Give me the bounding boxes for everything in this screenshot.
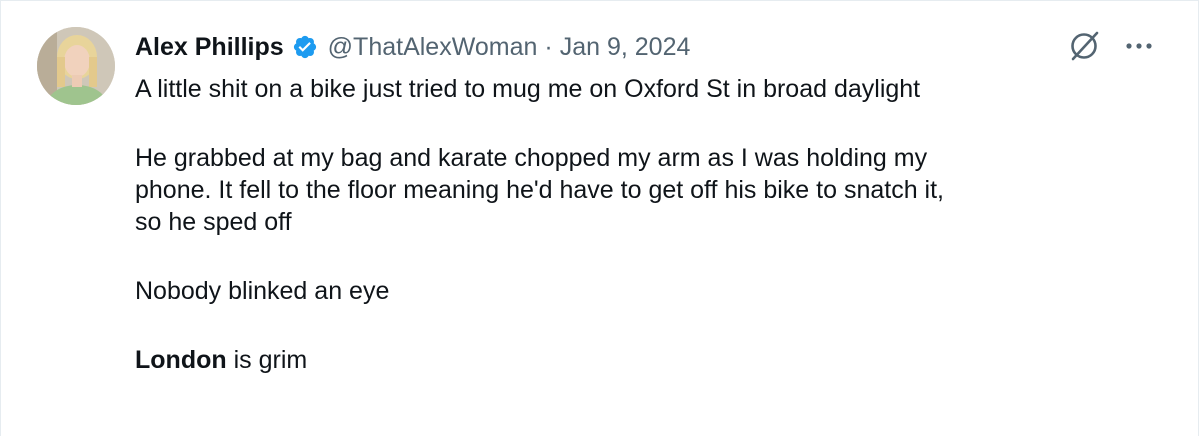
tweet-paragraph-1: A little shit on a bike just tried to mu… [135, 75, 921, 103]
tweet-body: A little shit on a bike just tried to mu… [135, 73, 1145, 376]
tweet-paragraph-2-line-2: phone. It fell to the floor meaning he'd… [135, 176, 944, 204]
author-name[interactable]: Alex Phillips [135, 33, 284, 62]
tweet-card: Alex Phillips @ThatAlexWoman · Jan 9, 20… [0, 0, 1199, 436]
verified-badge-icon [292, 34, 318, 60]
tweet-date[interactable]: Jan 9, 2024 [560, 33, 691, 62]
tweet-header: Alex Phillips @ThatAlexWoman · Jan 9, 20… [135, 29, 690, 65]
tweet-paragraph-4-rest: is grim [226, 346, 308, 374]
tweet-paragraph-2-line-3: so he sped off [135, 208, 292, 236]
tweet-bold-word: London [135, 346, 227, 374]
tweet-paragraph-2-line-1: He grabbed at my bag and karate chopped … [135, 144, 928, 172]
author-handle[interactable]: @ThatAlexWoman [328, 33, 538, 62]
tweet-paragraph-4: London is grim [135, 344, 1145, 376]
separator-dot: · [544, 32, 553, 61]
avatar[interactable] [37, 27, 115, 105]
more-options-icon[interactable] [1119, 31, 1159, 61]
grok-icon[interactable] [1067, 29, 1101, 63]
tweet-paragraph-3: Nobody blinked an eye [135, 277, 390, 305]
